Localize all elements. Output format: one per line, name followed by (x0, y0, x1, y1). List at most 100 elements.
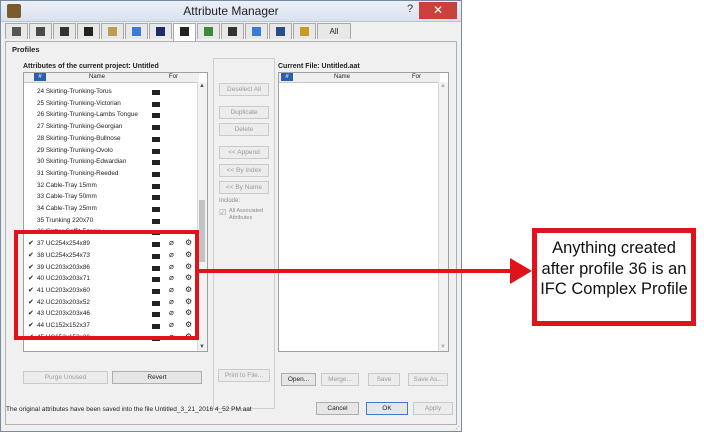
tab-mep[interactable] (269, 23, 292, 39)
callout-text: Anything created after profile 36 is an … (540, 239, 688, 298)
tab-fill[interactable] (77, 23, 100, 39)
ok-button[interactable]: OK (366, 402, 408, 415)
table-row[interactable]: 28 Skirting-Trunking-Bullnose (24, 133, 199, 144)
table-row[interactable]: 30 Skirting-Trunking-Edwardian (24, 156, 199, 167)
table-row[interactable]: 27 Skirting-Trunking-Georgian (24, 121, 199, 132)
revert-button[interactable]: Revert (112, 371, 202, 384)
profile-name: 27 Skirting-Trunking-Georgian (37, 123, 123, 131)
save-button[interactable]: Save (368, 373, 400, 386)
profile-name: 30 Skirting-Trunking-Edwardian (37, 158, 127, 166)
profile-name: 31 Skirting-Trunking-Reeded (37, 169, 119, 177)
deselect-all-button[interactable]: Deselect All (219, 83, 269, 96)
profile-name: 28 Skirting-Trunking-Bullnose (37, 134, 121, 142)
file-col-for-header[interactable]: For (412, 74, 421, 80)
tab-markup[interactable] (293, 23, 316, 39)
tab-all[interactable]: All (317, 23, 351, 39)
wall-use-icon (152, 183, 160, 189)
profile-name: 35 Trunking 220x70 (37, 216, 94, 224)
annotation-callout: Anything created after profile 36 is an … (532, 228, 696, 326)
wall-use-icon (152, 125, 160, 131)
file-scroll-up-icon[interactable]: ▲ (440, 83, 446, 89)
table-row[interactable]: 32 Cable-Tray 15mm (24, 180, 199, 191)
print-to-file-button[interactable]: Print to File... (218, 369, 270, 382)
apply-button[interactable]: Apply (413, 402, 453, 415)
by-name-button[interactable]: << By Name (219, 181, 269, 194)
tab-layer[interactable] (29, 23, 52, 39)
cancel-button[interactable]: Cancel (316, 402, 359, 415)
table-row[interactable]: 29 Skirting-Trunking-Ovolo (24, 145, 199, 156)
city-icon (228, 27, 237, 36)
wall-use-icon (152, 101, 160, 107)
file-scroll-down-icon[interactable]: ▼ (440, 344, 446, 350)
markup-icon (300, 27, 309, 36)
tab-surface[interactable] (197, 23, 220, 39)
highlight-frame (14, 230, 199, 340)
attribute-type-tabs: All (5, 23, 352, 41)
wall-use-icon (152, 136, 160, 142)
purge-unused-button[interactable]: Purge Unused (23, 371, 108, 384)
open-button[interactable]: Open... (281, 373, 316, 386)
wall-use-icon (152, 171, 160, 177)
mep-icon (276, 27, 285, 36)
arrow-shaft (199, 269, 515, 273)
wall-use-icon (152, 160, 160, 166)
file-list-scrollbar[interactable]: ▲ ▼ (438, 82, 448, 351)
help-button[interactable]: ? (402, 3, 418, 19)
save-as-button[interactable]: Save As... (408, 373, 448, 386)
zone-icon (180, 27, 189, 36)
wall-use-icon (152, 90, 160, 95)
tab-pen[interactable] (5, 23, 28, 39)
window-title: Attribute Manager (183, 4, 279, 18)
current-file-title: Current File: Untitled.aat (278, 63, 360, 70)
tab-composite[interactable] (101, 23, 124, 39)
col-for-header[interactable]: For (169, 74, 178, 80)
table-row[interactable]: 26 Skirting-Trunking-Lambs Tongue (24, 109, 199, 120)
composite-icon (108, 27, 117, 36)
table-row[interactable]: 24 Skirting-Trunking-Torus (24, 86, 199, 97)
all-associated-checkbox[interactable]: ☑ (219, 208, 226, 217)
file-col-number-header[interactable]: # (281, 73, 293, 81)
include-label: Include: (219, 198, 241, 204)
file-list-header: # Name For (279, 73, 440, 83)
file-col-name-header[interactable]: Name (334, 74, 350, 80)
profiles-heading: Profiles (12, 45, 40, 54)
tab-zone[interactable] (173, 23, 196, 41)
surface-icon (204, 27, 213, 36)
pen-icon (12, 27, 21, 36)
wall-use-icon (152, 207, 160, 212)
append-button[interactable]: << Append (219, 146, 269, 159)
tab-profile[interactable] (125, 23, 148, 39)
project-attributes-title: Attributes of the current project: Untit… (23, 63, 159, 70)
all-associated-label: All Associated Attributes (229, 208, 264, 221)
delete-button[interactable]: Delete (219, 123, 269, 136)
table-row[interactable]: 34 Cable-Tray 25mm (24, 203, 199, 214)
by-index-button[interactable]: << By Index (219, 164, 269, 177)
scroll-thumb[interactable] (199, 200, 205, 262)
col-name-header[interactable]: Name (89, 74, 105, 80)
middle-controls: Deselect All Duplicate Delete << Append … (213, 58, 275, 409)
scroll-down-icon[interactable]: ▼ (199, 344, 205, 350)
line-icon (60, 27, 69, 36)
table-row[interactable]: 35 Trunking 220x70 (24, 215, 199, 226)
tab-material[interactable] (149, 23, 172, 39)
duplicate-button[interactable]: Duplicate (219, 106, 269, 119)
current-file-list: # Name For ▲ ▼ (278, 72, 449, 352)
resize-grip-icon[interactable]: ⋰ (453, 425, 460, 433)
profile-name: 32 Cable-Tray 15mm (37, 181, 97, 189)
profile-name: 29 Skirting-Trunking-Ovolo (37, 146, 113, 154)
table-row[interactable]: 31 Skirting-Trunking-Reeded (24, 168, 199, 179)
tab-building[interactable] (245, 23, 268, 39)
profile-name: 33 Cable-Tray 50mm (37, 193, 97, 201)
scroll-up-icon[interactable]: ▲ (199, 83, 205, 89)
merge-button[interactable]: Merge... (321, 373, 359, 386)
table-row[interactable]: 33 Cable-Tray 50mm (24, 191, 199, 202)
status-message: The original attributes have been saved … (6, 406, 252, 413)
project-list-header: # Name For (24, 73, 199, 83)
tab-line[interactable] (53, 23, 76, 39)
col-number-header[interactable]: # (34, 73, 46, 81)
close-button[interactable]: ✕ (419, 2, 457, 19)
table-row[interactable]: 25 Skirting-Trunking-Victorian (24, 98, 199, 109)
fill-icon (84, 27, 93, 36)
profile-name: 34 Cable-Tray 25mm (37, 205, 97, 212)
tab-city[interactable] (221, 23, 244, 39)
